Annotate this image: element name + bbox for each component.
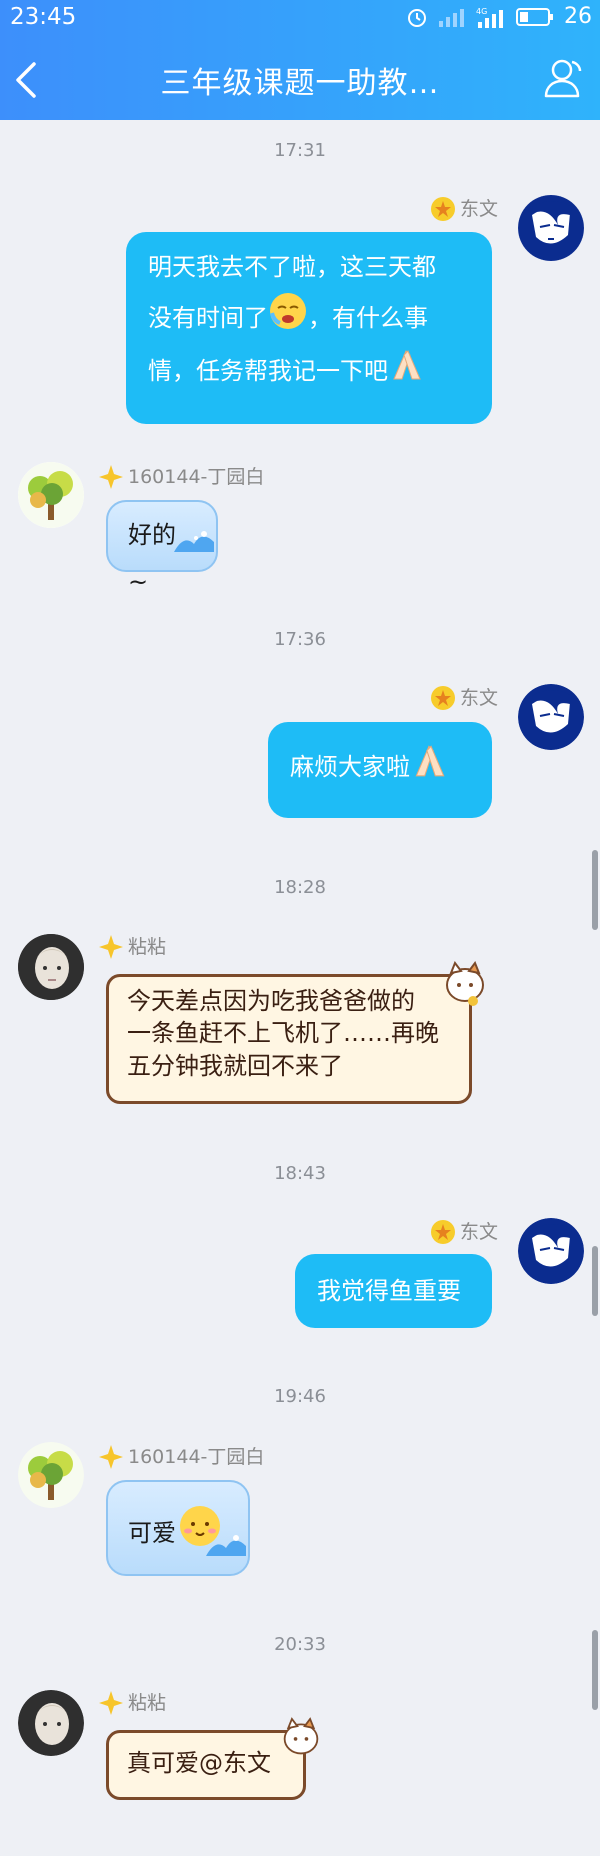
message-text: 我觉得鱼重要 (317, 1277, 461, 1305)
sender-name-row: 160144-丁园白 (98, 1442, 264, 1469)
status-time: 23:45 (10, 4, 77, 30)
message-text-line: 五分钟我就回不来了 (127, 1051, 343, 1080)
avatar[interactable] (18, 1442, 84, 1508)
sender-name: 160144-丁园白 (128, 1446, 265, 1468)
signal-4g-icon: 4G (476, 6, 506, 28)
wave-decoration-icon (206, 1525, 246, 1572)
alarm-icon (406, 6, 428, 28)
member-badge-icon (98, 464, 123, 489)
sender-name-row: 东文 (430, 194, 498, 221)
avatar[interactable] (18, 934, 84, 1000)
sender-name-row: 东文 (430, 683, 498, 710)
message-bubble[interactable]: 好的~ (106, 500, 218, 596)
message-text-segment: 没有时间了 (148, 303, 268, 332)
message-bubble[interactable]: 麻烦大家啦 (268, 722, 492, 818)
message-text-line: 一条鱼赶不上飞机了……再晚 (127, 1019, 439, 1048)
message-text-segment: 情，任务帮我记一下吧 (148, 356, 388, 385)
member-badge-icon (430, 685, 455, 710)
message-bubble[interactable]: 今天差点因为吃我爸爸做的 一条鱼赶不上飞机了……再晚 五分钟我就回不来了 (106, 960, 484, 1104)
message-text: 好的~ (128, 521, 176, 596)
timestamp: 17:36 (274, 629, 326, 650)
message-text-line: 没有时间了 ，有什么事 (148, 291, 470, 347)
folded-hands-emoji-icon (410, 742, 450, 794)
timestamp: 17:31 (274, 140, 326, 161)
message-text: 麻烦大家啦 (290, 752, 410, 781)
cat-decoration-icon (443, 960, 487, 1015)
scrollbar[interactable] (592, 850, 598, 930)
sender-name: 粘粘 (128, 1692, 167, 1714)
message-text: 可爱 (128, 1518, 176, 1547)
scrollbar[interactable] (592, 1630, 598, 1710)
message-text-line: 今天差点因为吃我爸爸做的 (127, 987, 415, 1015)
sender-name-row: 粘粘 (98, 1688, 166, 1715)
member-badge-icon (98, 1444, 123, 1469)
sender-name: 东文 (460, 1221, 499, 1243)
message-text-line: 明天我去不了啦，这三天都 (148, 253, 436, 281)
group-profile-button[interactable] (542, 56, 586, 100)
svg-text:4G: 4G (476, 7, 487, 16)
sender-name-row: 粘粘 (98, 932, 166, 959)
sender-name: 粘粘 (128, 936, 167, 958)
timestamp: 18:28 (274, 877, 326, 898)
message-text-line: 情，任务帮我记一下吧 (148, 347, 470, 397)
chat-title: 三年级课题一助教… (160, 66, 440, 101)
member-badge-icon (430, 196, 455, 221)
message-text: 真可爱@东文 (127, 1749, 271, 1777)
member-badge-icon (98, 934, 123, 959)
avatar[interactable] (518, 1218, 584, 1284)
message-bubble[interactable]: 我觉得鱼重要 (295, 1254, 492, 1328)
message-bubble[interactable]: 可爱 (106, 1480, 250, 1576)
timestamp: 20:33 (274, 1634, 326, 1655)
member-badge-icon (98, 1690, 123, 1715)
avatar[interactable] (18, 1690, 84, 1756)
sender-name: 160144-丁园白 (128, 466, 265, 488)
message-bubble[interactable]: 真可爱@东文 (106, 1717, 319, 1800)
scrollbar[interactable] (592, 1246, 598, 1316)
crying-emoji-icon (268, 291, 308, 347)
battery-level: 26 (564, 4, 592, 29)
timestamp: 18:43 (274, 1163, 326, 1184)
title-bar: 23:45 4G 26 三年级课题一助教… (0, 0, 600, 120)
folded-hands-emoji-icon (388, 347, 426, 397)
message-bubble[interactable]: 明天我去不了啦，这三天都 没有时间了 ，有什么事 情，任务帮我记一下吧 (126, 232, 492, 424)
status-icons: 4G 26 (406, 4, 592, 29)
avatar[interactable] (518, 684, 584, 750)
sender-name: 东文 (460, 687, 499, 709)
cat-decoration-icon (281, 1717, 321, 1767)
timestamp: 19:46 (274, 1386, 326, 1407)
member-badge-icon (430, 1219, 455, 1244)
sender-name-row: 160144-丁园白 (98, 462, 264, 489)
sender-name: 东文 (460, 198, 499, 220)
signal-weak-icon (438, 7, 466, 27)
sender-name-row: 东文 (430, 1217, 498, 1244)
avatar[interactable] (18, 462, 84, 528)
avatar[interactable] (518, 195, 584, 261)
battery-icon (516, 7, 554, 26)
message-text-segment: ，有什么事 (308, 303, 428, 332)
wave-decoration-icon (174, 521, 214, 568)
